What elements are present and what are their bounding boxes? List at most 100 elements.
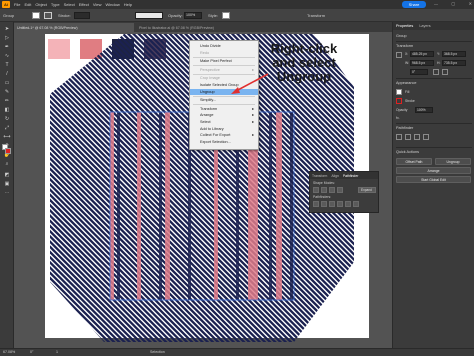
rectangle-tool-icon[interactable]: ▭ — [3, 80, 11, 87]
zoom-level[interactable]: 67.08% — [3, 350, 15, 354]
effects-button[interactable]: fx. — [396, 116, 400, 120]
opacity-field[interactable]: 100% — [415, 107, 433, 113]
unite-icon[interactable] — [313, 187, 319, 193]
height-field[interactable]: 735.5 px — [442, 60, 466, 66]
minus-back-icon[interactable] — [353, 201, 359, 207]
context-menu-item-add-to-library[interactable]: Add to Library — [190, 126, 258, 133]
context-menu-item-arrange[interactable]: Arrange ▸ — [190, 112, 258, 119]
outline-icon[interactable] — [345, 201, 351, 207]
tab-pathfinder[interactable]: Pathfinder — [343, 174, 358, 178]
exclude-icon[interactable] — [423, 134, 429, 140]
context-menu-item-transform[interactable]: Transform ▸ — [190, 106, 258, 113]
intersect-icon[interactable] — [329, 187, 335, 193]
flip-vertical-icon[interactable] — [442, 69, 448, 75]
context-menu-item-make-pixel-perfect[interactable]: Make Pixel Perfect — [190, 58, 258, 65]
context-menu-item-undo-divide[interactable]: Undo Divide — [190, 43, 258, 50]
width-tool-icon[interactable]: ⟷ — [3, 134, 11, 141]
context-menu-item-simplify[interactable]: Simplify... — [190, 97, 258, 104]
direct-selection-icon[interactable]: ▷ — [3, 35, 11, 42]
zoom-tool-icon[interactable]: ⌕ — [3, 161, 11, 168]
artboard-number[interactable]: 1 — [56, 350, 58, 354]
context-menu-item-export-selection[interactable]: Export Selection... — [190, 139, 258, 146]
pen-tool-icon[interactable]: ✒ — [3, 44, 11, 51]
context-menu-item-isolate-selected-group[interactable]: Isolate Selected Group — [190, 82, 258, 89]
width-field[interactable]: 968.5 px — [410, 60, 434, 66]
document-tab-2[interactable]: Pixel to Illustrator.ai @ 67.08 % (RGB/P… — [136, 23, 256, 32]
minimize-icon[interactable]: — — [434, 1, 438, 8]
fill-swatch[interactable] — [32, 11, 40, 19]
style-label: Style: — [208, 12, 219, 18]
menu-window[interactable]: Window — [105, 2, 119, 7]
menu-bar: Ai File Edit Object Type Select Effect V… — [0, 0, 474, 9]
merge-icon[interactable] — [329, 201, 335, 207]
menu-effect[interactable]: Effect — [79, 2, 89, 7]
unite-icon[interactable] — [396, 134, 402, 140]
graphic-style-swatch[interactable] — [222, 11, 230, 19]
minus-front-icon[interactable] — [321, 187, 327, 193]
paintbrush-tool-icon[interactable]: ✎ — [3, 89, 11, 96]
context-menu-item-select[interactable]: Select ▸ — [190, 119, 258, 126]
stroke-weight-field[interactable] — [74, 11, 90, 19]
y-position-field[interactable]: 368.5 px — [442, 51, 466, 57]
context-menu-item-collect-for-export[interactable]: Collect For Export ▸ — [190, 132, 258, 139]
menu-help[interactable]: Help — [124, 2, 132, 7]
selection-tool-icon[interactable]: ➤ — [3, 26, 11, 33]
offset-path-button[interactable]: Offset Path — [396, 158, 432, 165]
crop-icon[interactable] — [337, 201, 343, 207]
fill-swatch-icon[interactable] — [396, 89, 402, 95]
pencil-tool-icon[interactable]: ✏ — [3, 98, 11, 105]
context-menu-item-label: Ungroup — [200, 89, 215, 94]
tab-align[interactable]: Align — [331, 174, 339, 178]
document-tab[interactable]: Untitled-1* @ 67.08 % (RGB/Preview) — [14, 23, 134, 32]
reference-point-icon[interactable] — [396, 52, 402, 58]
context-menu-item-ungroup[interactable]: Ungroup — [190, 88, 258, 96]
menu-select[interactable]: Select — [64, 2, 75, 7]
menu-view[interactable]: View — [93, 2, 102, 7]
intersect-icon[interactable] — [414, 134, 420, 140]
menu-object[interactable]: Object — [35, 2, 47, 7]
divide-icon[interactable] — [313, 201, 319, 207]
stroke-swatch-icon[interactable] — [396, 98, 402, 104]
exclude-icon[interactable] — [337, 187, 343, 193]
tab-layers[interactable]: Layers — [419, 24, 430, 28]
menu-edit[interactable]: Edit — [24, 2, 31, 7]
scale-tool-icon[interactable]: ⤢ — [3, 125, 11, 132]
stroke-color-icon[interactable] — [5, 148, 11, 154]
rotate-field[interactable]: 0° — [410, 69, 428, 75]
submenu-arrow-icon: ▸ — [252, 113, 254, 118]
arrange-button[interactable]: Arrange — [396, 167, 471, 174]
draw-mode-icon[interactable]: ◩ — [3, 172, 11, 179]
maximize-icon[interactable]: ▢ — [451, 1, 455, 8]
start-global-edit-button[interactable]: Start Global Edit — [396, 176, 471, 183]
rotate-tool-icon[interactable]: ↻ — [3, 116, 11, 123]
rotation-view[interactable]: 0° — [30, 350, 33, 354]
tab-properties[interactable]: Properties — [396, 24, 413, 28]
tab-transform[interactable]: Transform — [312, 174, 327, 178]
context-menu-item-label: Arrange — [200, 113, 214, 118]
expand-button[interactable]: Expand — [358, 187, 376, 193]
trim-icon[interactable] — [321, 201, 327, 207]
context-menu-item-redo: Redo — [190, 50, 258, 57]
divider — [396, 41, 472, 42]
context-menu-item-label: Crop Image — [200, 76, 220, 81]
flip-horizontal-icon[interactable] — [433, 69, 439, 75]
transform-link[interactable]: Transform — [307, 13, 325, 18]
close-icon[interactable]: ✕ — [469, 1, 472, 8]
opacity-field[interactable]: 100% — [184, 11, 202, 19]
menu-type[interactable]: Type — [51, 2, 60, 7]
eraser-tool-icon[interactable]: ◧ — [3, 107, 11, 114]
line-tool-icon[interactable]: / — [3, 71, 11, 78]
ungroup-button[interactable]: Ungroup — [435, 158, 471, 165]
curvature-tool-icon[interactable]: ∿ — [3, 53, 11, 60]
edit-toolbar-icon[interactable]: ⋯ — [3, 190, 11, 197]
right-panel-tabs: Properties Layers — [393, 22, 474, 30]
brush-definition-select[interactable] — [135, 11, 163, 19]
screen-mode-icon[interactable]: ▣ — [3, 181, 11, 188]
type-tool-icon[interactable]: T — [3, 62, 11, 69]
diagonal-stripe — [50, 34, 62, 342]
x-position-field[interactable]: 485.25 px — [410, 51, 434, 57]
menu-file[interactable]: File — [14, 2, 20, 7]
share-button[interactable]: Share — [402, 1, 426, 8]
minus-front-icon[interactable] — [405, 134, 411, 140]
stroke-swatch[interactable] — [44, 11, 52, 19]
